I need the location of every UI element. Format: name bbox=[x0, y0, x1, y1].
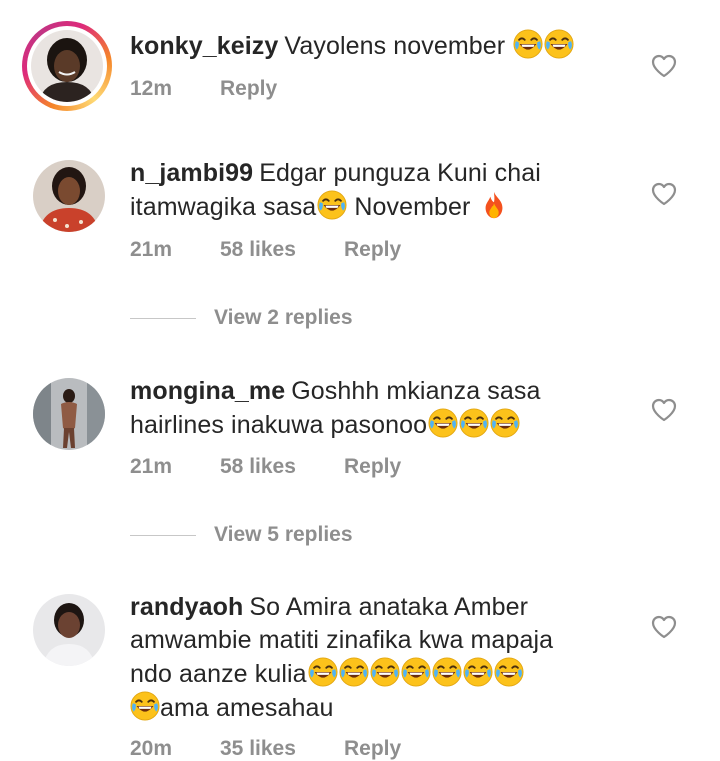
likes-count[interactable]: 58 likes bbox=[220, 455, 344, 479]
laugh-emoji-icon bbox=[339, 657, 369, 687]
avatar[interactable] bbox=[22, 590, 112, 680]
laugh-emoji-icon bbox=[308, 657, 338, 687]
comment-time: 20m bbox=[130, 737, 173, 760]
comment-username[interactable]: randyaoh bbox=[130, 593, 243, 621]
laugh-emoji-icon bbox=[490, 408, 520, 438]
comment-body: n_jambi99 Edgar punguza Kuni chai itamwag… bbox=[130, 157, 630, 224]
comment-text-line: Goshhh mkianza sasa bbox=[291, 377, 541, 405]
view-replies-label[interactable]: View 2 replies bbox=[214, 306, 353, 330]
view-replies-button[interactable]: View 5 replies bbox=[130, 523, 353, 547]
heart-icon[interactable] bbox=[651, 615, 677, 639]
heart-icon[interactable] bbox=[651, 182, 677, 206]
reply-button[interactable]: Reply bbox=[344, 238, 401, 262]
likes-count[interactable]: 58 likes bbox=[220, 238, 344, 262]
comment-text: Vayolens november bbox=[284, 32, 506, 60]
avatar-image bbox=[33, 160, 105, 232]
fire-emoji-icon bbox=[479, 190, 509, 220]
heart-icon[interactable] bbox=[651, 398, 677, 422]
laugh-emoji-icon bbox=[401, 657, 431, 687]
comment-text-line: So Amira anataka Amber bbox=[249, 593, 529, 621]
comment-text-line: itamwagika sasa bbox=[130, 193, 317, 221]
comment-text-line: November bbox=[354, 193, 471, 221]
comment-meta: 21m 58 likes Reply bbox=[130, 455, 401, 479]
reply-button[interactable]: Reply bbox=[344, 455, 401, 479]
avatar[interactable] bbox=[22, 21, 112, 111]
laugh-emoji-icon bbox=[513, 29, 543, 59]
comment-body: mongina_me Goshhh mkianza sasa hairlines … bbox=[130, 375, 630, 442]
avatar-image bbox=[33, 594, 105, 666]
laugh-emoji-icon bbox=[432, 657, 462, 687]
reply-button[interactable]: Reply bbox=[220, 77, 277, 101]
comment-time: 21m bbox=[130, 455, 173, 478]
laugh-emoji-icon bbox=[370, 657, 400, 687]
comment-username[interactable]: mongina_me bbox=[130, 377, 285, 405]
avatar-image bbox=[33, 378, 105, 450]
comment-meta: 21m 58 likes Reply bbox=[130, 238, 401, 262]
comment-text-line: ama amesahau bbox=[160, 694, 334, 722]
laugh-emoji-icon bbox=[494, 657, 524, 687]
reply-button[interactable]: Reply bbox=[344, 737, 401, 761]
comment-body: konky_keizy Vayolens november bbox=[130, 29, 630, 63]
comment-meta: 20m 35 likes Reply bbox=[130, 737, 401, 761]
laugh-emoji-icon bbox=[317, 190, 347, 220]
view-replies-label[interactable]: View 5 replies bbox=[214, 523, 353, 547]
view-replies-button[interactable]: View 2 replies bbox=[130, 306, 353, 330]
comment-username[interactable]: n_jambi99 bbox=[130, 159, 253, 187]
comment-body: randyaoh So Amira anataka Amber amwambie … bbox=[130, 591, 630, 725]
comment-text-line: amwambie matiti zinafika kwa mapaja bbox=[130, 626, 554, 654]
comment-text-line: ndo aanze kulia bbox=[130, 660, 307, 688]
comment-meta: 12m Reply bbox=[130, 77, 277, 101]
laugh-emoji-icon bbox=[130, 691, 160, 721]
comment-username[interactable]: konky_keizy bbox=[130, 32, 278, 60]
divider bbox=[130, 534, 196, 536]
comment-text-line: Edgar punguza Kuni chai bbox=[259, 159, 541, 187]
comment-time: 12m bbox=[130, 77, 173, 100]
heart-icon[interactable] bbox=[651, 54, 677, 78]
laugh-emoji-icon bbox=[428, 408, 458, 438]
comment-text-line: hairlines inakuwa pasonoo bbox=[130, 411, 428, 439]
avatar[interactable] bbox=[22, 374, 112, 464]
likes-count[interactable]: 35 likes bbox=[220, 737, 344, 761]
laugh-emoji-icon bbox=[459, 408, 489, 438]
laugh-emoji-icon bbox=[463, 657, 493, 687]
avatar[interactable] bbox=[22, 156, 112, 246]
laugh-emoji-icon bbox=[544, 29, 574, 59]
avatar-image bbox=[31, 30, 103, 102]
comment-time: 21m bbox=[130, 238, 173, 261]
divider bbox=[130, 317, 196, 319]
